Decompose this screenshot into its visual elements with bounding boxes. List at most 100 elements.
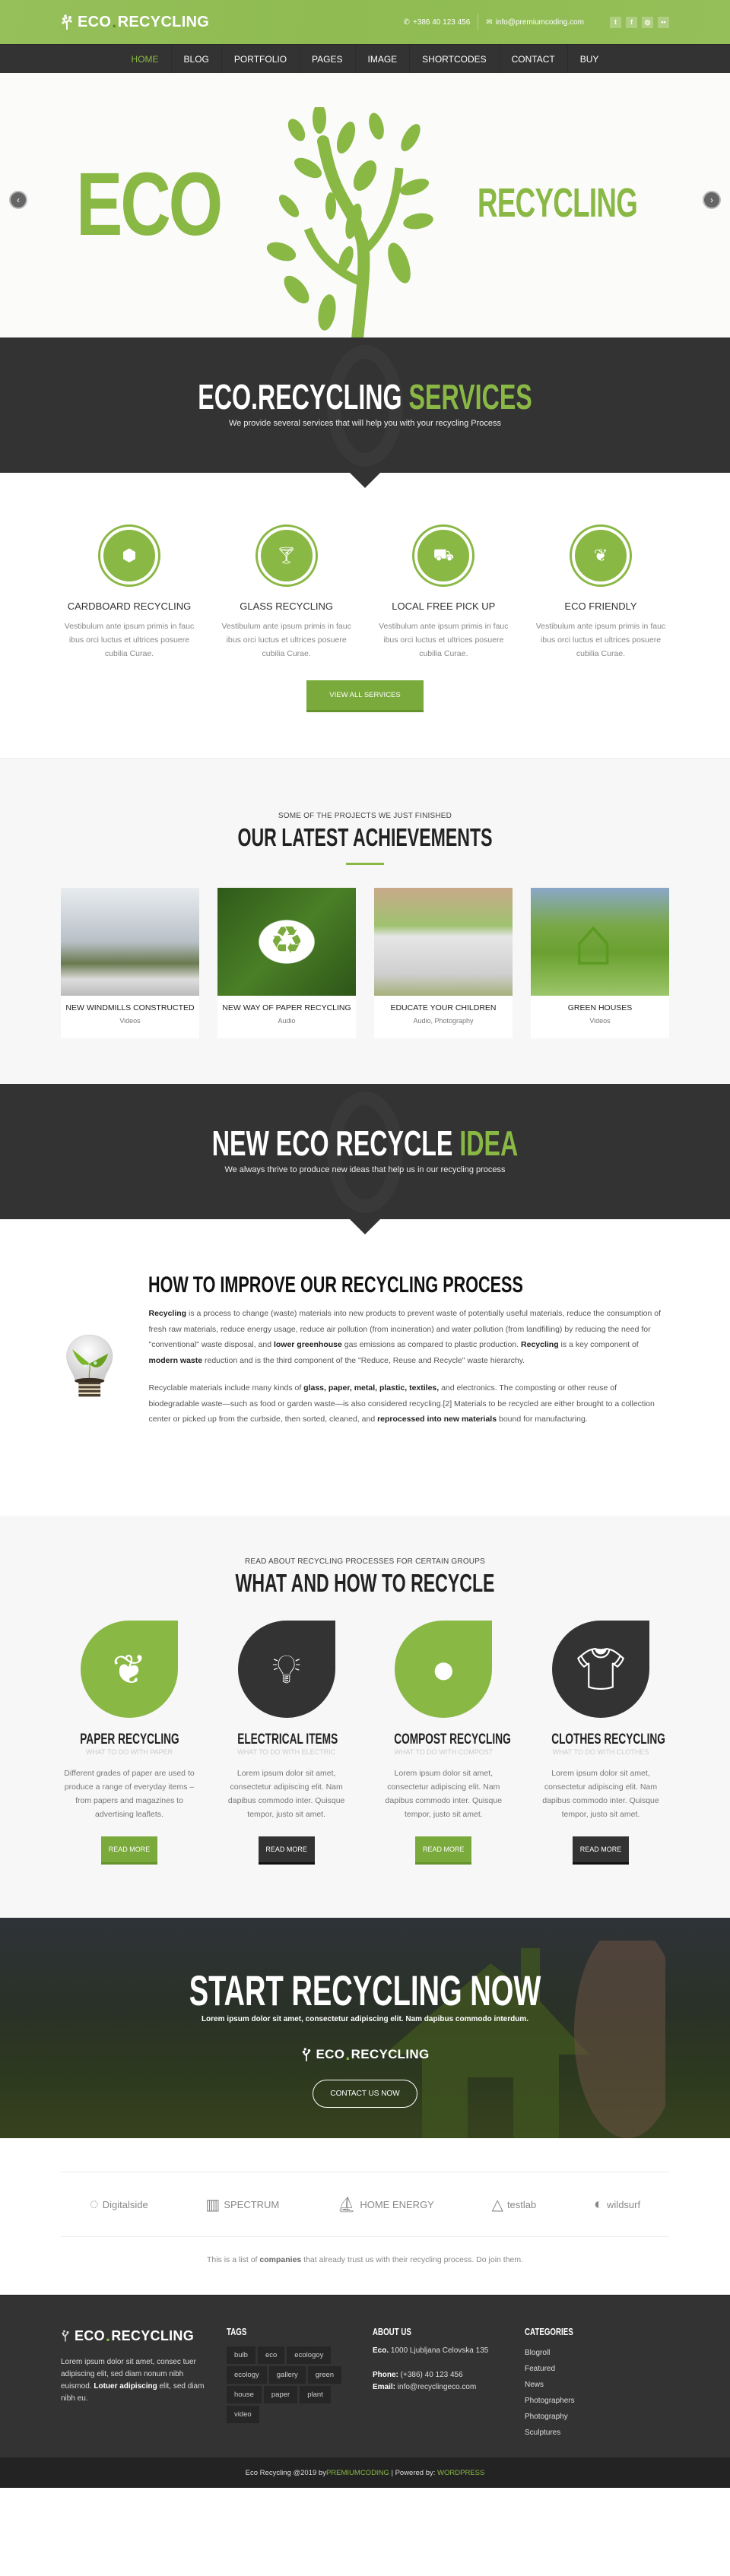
contact-info: ✆ +386 40 123 456 ✉ info@premiumcoding.com bbox=[396, 14, 592, 30]
nav-item-home[interactable]: HOME bbox=[119, 45, 172, 74]
portfolio-title[interactable]: NEW WAY OF PAPER RECYCLING bbox=[217, 1003, 356, 1012]
category-link[interactable]: Sculptures bbox=[525, 2425, 589, 2441]
portfolio-image[interactable] bbox=[374, 888, 513, 996]
twitter-icon[interactable]: t bbox=[610, 16, 621, 28]
nav-item-blog[interactable]: BLOG bbox=[172, 45, 222, 74]
footer-tags: TAGS bulb eco ecologoy ecology gallery green h… bbox=[227, 2326, 363, 2441]
category-subtitle: WHAT TO DO WITH CLOTHES bbox=[552, 1748, 649, 1756]
phone-number: +386 40 123 456 bbox=[412, 17, 471, 27]
chevron-left-icon: ‹ bbox=[17, 195, 20, 205]
service-title[interactable]: CARDBOARD RECYCLING bbox=[61, 600, 198, 612]
read-more-button[interactable]: READ MORE bbox=[101, 1836, 157, 1865]
service-title[interactable]: GLASS RECYCLING bbox=[218, 600, 355, 612]
platform-link[interactable]: WORDPRESS bbox=[437, 2469, 484, 2477]
portfolio-item[interactable]: NEW WINDMILLS CONSTRUCTED Videos bbox=[61, 888, 199, 1038]
client-logo[interactable]: ◐ wildsurf bbox=[594, 2196, 640, 2213]
email-link[interactable]: info@premiumcoding.com bbox=[496, 18, 584, 27]
recycle-category: ● COMPOST RECYCLING WHAT TO DO WITH COMPOS… bbox=[375, 1621, 512, 1865]
nav-item-contact[interactable]: CONTACT bbox=[500, 45, 568, 74]
service-title[interactable]: LOCAL FREE PICK UP bbox=[375, 600, 512, 612]
dribbble-icon[interactable]: ◎ bbox=[642, 16, 653, 28]
tree-icon: ❦ bbox=[112, 1646, 147, 1693]
flickr-icon[interactable]: •• bbox=[658, 16, 669, 28]
client-logo[interactable]: ▥ SPECTRUM bbox=[205, 2195, 279, 2214]
tag-link[interactable]: gallery bbox=[268, 2366, 306, 2384]
tag-link[interactable]: video bbox=[227, 2406, 259, 2423]
email-value[interactable]: info@recyclingeco.com bbox=[395, 2383, 477, 2391]
note-text: that already trust us with their recycli… bbox=[301, 2255, 524, 2264]
category-badge: 💡︎ bbox=[237, 1621, 335, 1718]
recycle-category: 💡︎ ELECTRICAL ITEMS WHAT TO DO WITH ELECTR… bbox=[218, 1621, 355, 1865]
tag-link[interactable]: bulb bbox=[227, 2346, 256, 2364]
nav-item-image[interactable]: IMAGE bbox=[356, 45, 411, 74]
portfolio-title[interactable]: EDUCATE YOUR CHILDREN bbox=[374, 1003, 513, 1012]
hero-tree-illustration bbox=[266, 107, 433, 337]
service-title[interactable]: ECO FRIENDLY bbox=[532, 600, 669, 612]
facebook-icon[interactable]: f bbox=[626, 16, 637, 28]
category-link[interactable]: News bbox=[525, 2377, 589, 2393]
client-logo[interactable]: △ testlab bbox=[492, 2195, 537, 2214]
portfolio-item[interactable]: EDUCATE YOUR CHILDREN Audio, Photography bbox=[374, 888, 513, 1038]
portfolio-item[interactable]: ⌂ GREEN HOUSES Videos bbox=[531, 888, 669, 1038]
bold-text: glass, paper, metal, plastic, textiles, bbox=[303, 1383, 440, 1393]
footer-logo[interactable]: ECO. RECYCLING bbox=[61, 2326, 213, 2346]
author-link[interactable]: PREMIUMCODING bbox=[326, 2469, 389, 2477]
read-more-button[interactable]: READ MORE bbox=[415, 1836, 472, 1865]
client-logo[interactable]: ◌ Digitalside bbox=[90, 2196, 148, 2213]
bold-text: Recycling bbox=[148, 1309, 187, 1318]
portfolio-item[interactable]: ♻ NEW WAY OF PAPER RECYCLING Audio bbox=[217, 888, 356, 1038]
title-white: NEW ECO RECYCLE bbox=[211, 1123, 453, 1163]
clients-note: This is a list of companies that already… bbox=[61, 2255, 669, 2264]
powered-text: | Powered by: bbox=[389, 2468, 438, 2477]
logo-text-left: ECO bbox=[316, 2047, 345, 2061]
tree-logo-icon bbox=[302, 2048, 310, 2061]
social-links: t f ◎ •• bbox=[610, 16, 669, 28]
improve-paragraph-2: Recyclable materials include many kinds … bbox=[148, 1380, 669, 1427]
tag-link[interactable]: green bbox=[307, 2366, 342, 2384]
improve-paragraph-1: Recycling is a process to change (waste)… bbox=[148, 1306, 669, 1368]
category-link[interactable]: Photography bbox=[525, 2409, 589, 2425]
service-text: Vestibulum ante ipsum primis in fauc ibu… bbox=[221, 622, 351, 658]
category-link[interactable]: Photographers bbox=[525, 2393, 589, 2409]
phone: Phone: (+386) 40 123 456 bbox=[373, 2369, 509, 2381]
client-logo[interactable]: ⛵︎ HOME ENERGY bbox=[337, 2195, 434, 2214]
category-link[interactable]: Blogroll bbox=[525, 2345, 589, 2361]
achievements-title: OUR LATEST ACHIEVEMENTS bbox=[237, 823, 493, 851]
site-logo[interactable]: ECO. RECYCLING bbox=[61, 12, 209, 32]
tag-link[interactable]: ecology bbox=[227, 2366, 267, 2384]
view-all-services-button[interactable]: VIEW ALL SERVICES bbox=[306, 680, 424, 712]
logo-text-left: ECO bbox=[75, 2327, 105, 2343]
slider-prev-button[interactable]: ‹ bbox=[9, 191, 27, 209]
text: bound for manufacturing. bbox=[497, 1415, 588, 1424]
recycle-category: ❦ PAPER RECYCLING WHAT TO DO WITH PAPER Dif… bbox=[61, 1621, 198, 1865]
portfolio-title[interactable]: GREEN HOUSES bbox=[531, 1003, 669, 1012]
tag-link[interactable]: plant bbox=[300, 2386, 331, 2403]
service-item: ⬢ CARDBOARD RECYCLING Vestibulum ante ipsu… bbox=[61, 524, 198, 661]
portfolio-image[interactable]: ♻ bbox=[217, 888, 356, 996]
copyright-text: Eco Recycling @2019 by bbox=[245, 2468, 326, 2477]
nav-item-portfolio[interactable]: PORTFOLIO bbox=[222, 45, 300, 74]
service-item: ❦ ECO FRIENDLY Vestibulum ante ipsum primi… bbox=[532, 524, 669, 661]
tag-link[interactable]: ecologoy bbox=[287, 2346, 332, 2364]
category-title: ELECTRICAL ITEMS bbox=[236, 1732, 338, 1747]
category-link[interactable]: Featured bbox=[525, 2361, 589, 2377]
nav-item-pages[interactable]: PAGES bbox=[300, 45, 356, 74]
service-icon-circle: 🍸︎ bbox=[255, 524, 318, 587]
tag-link[interactable]: paper bbox=[263, 2386, 298, 2403]
nav-item-shortcodes[interactable]: SHORTCODES bbox=[410, 45, 500, 74]
slider-next-button[interactable]: › bbox=[703, 191, 721, 209]
improve-section: HOW TO IMPROVE OUR RECYCLING PROCESS Rec… bbox=[0, 1219, 730, 1516]
portfolio-image[interactable] bbox=[61, 888, 199, 996]
tag-link[interactable]: eco bbox=[257, 2346, 285, 2364]
leaf-icon: ❦ bbox=[574, 530, 627, 581]
nav-item-buy[interactable]: BUY bbox=[568, 45, 611, 74]
read-more-button[interactable]: READ MORE bbox=[258, 1836, 315, 1865]
tag-link[interactable]: house bbox=[227, 2386, 262, 2403]
portfolio-image[interactable]: ⌂ bbox=[531, 888, 669, 996]
contact-us-button[interactable]: CONTACT US NOW bbox=[313, 2080, 417, 2108]
portfolio-category: Audio bbox=[278, 1017, 296, 1025]
portfolio-title[interactable]: NEW WINDMILLS CONSTRUCTED bbox=[61, 1003, 199, 1012]
client-name: Digitalside bbox=[102, 2198, 148, 2210]
read-more-button[interactable]: READ MORE bbox=[572, 1836, 629, 1865]
client-name: testlab bbox=[506, 2198, 537, 2210]
